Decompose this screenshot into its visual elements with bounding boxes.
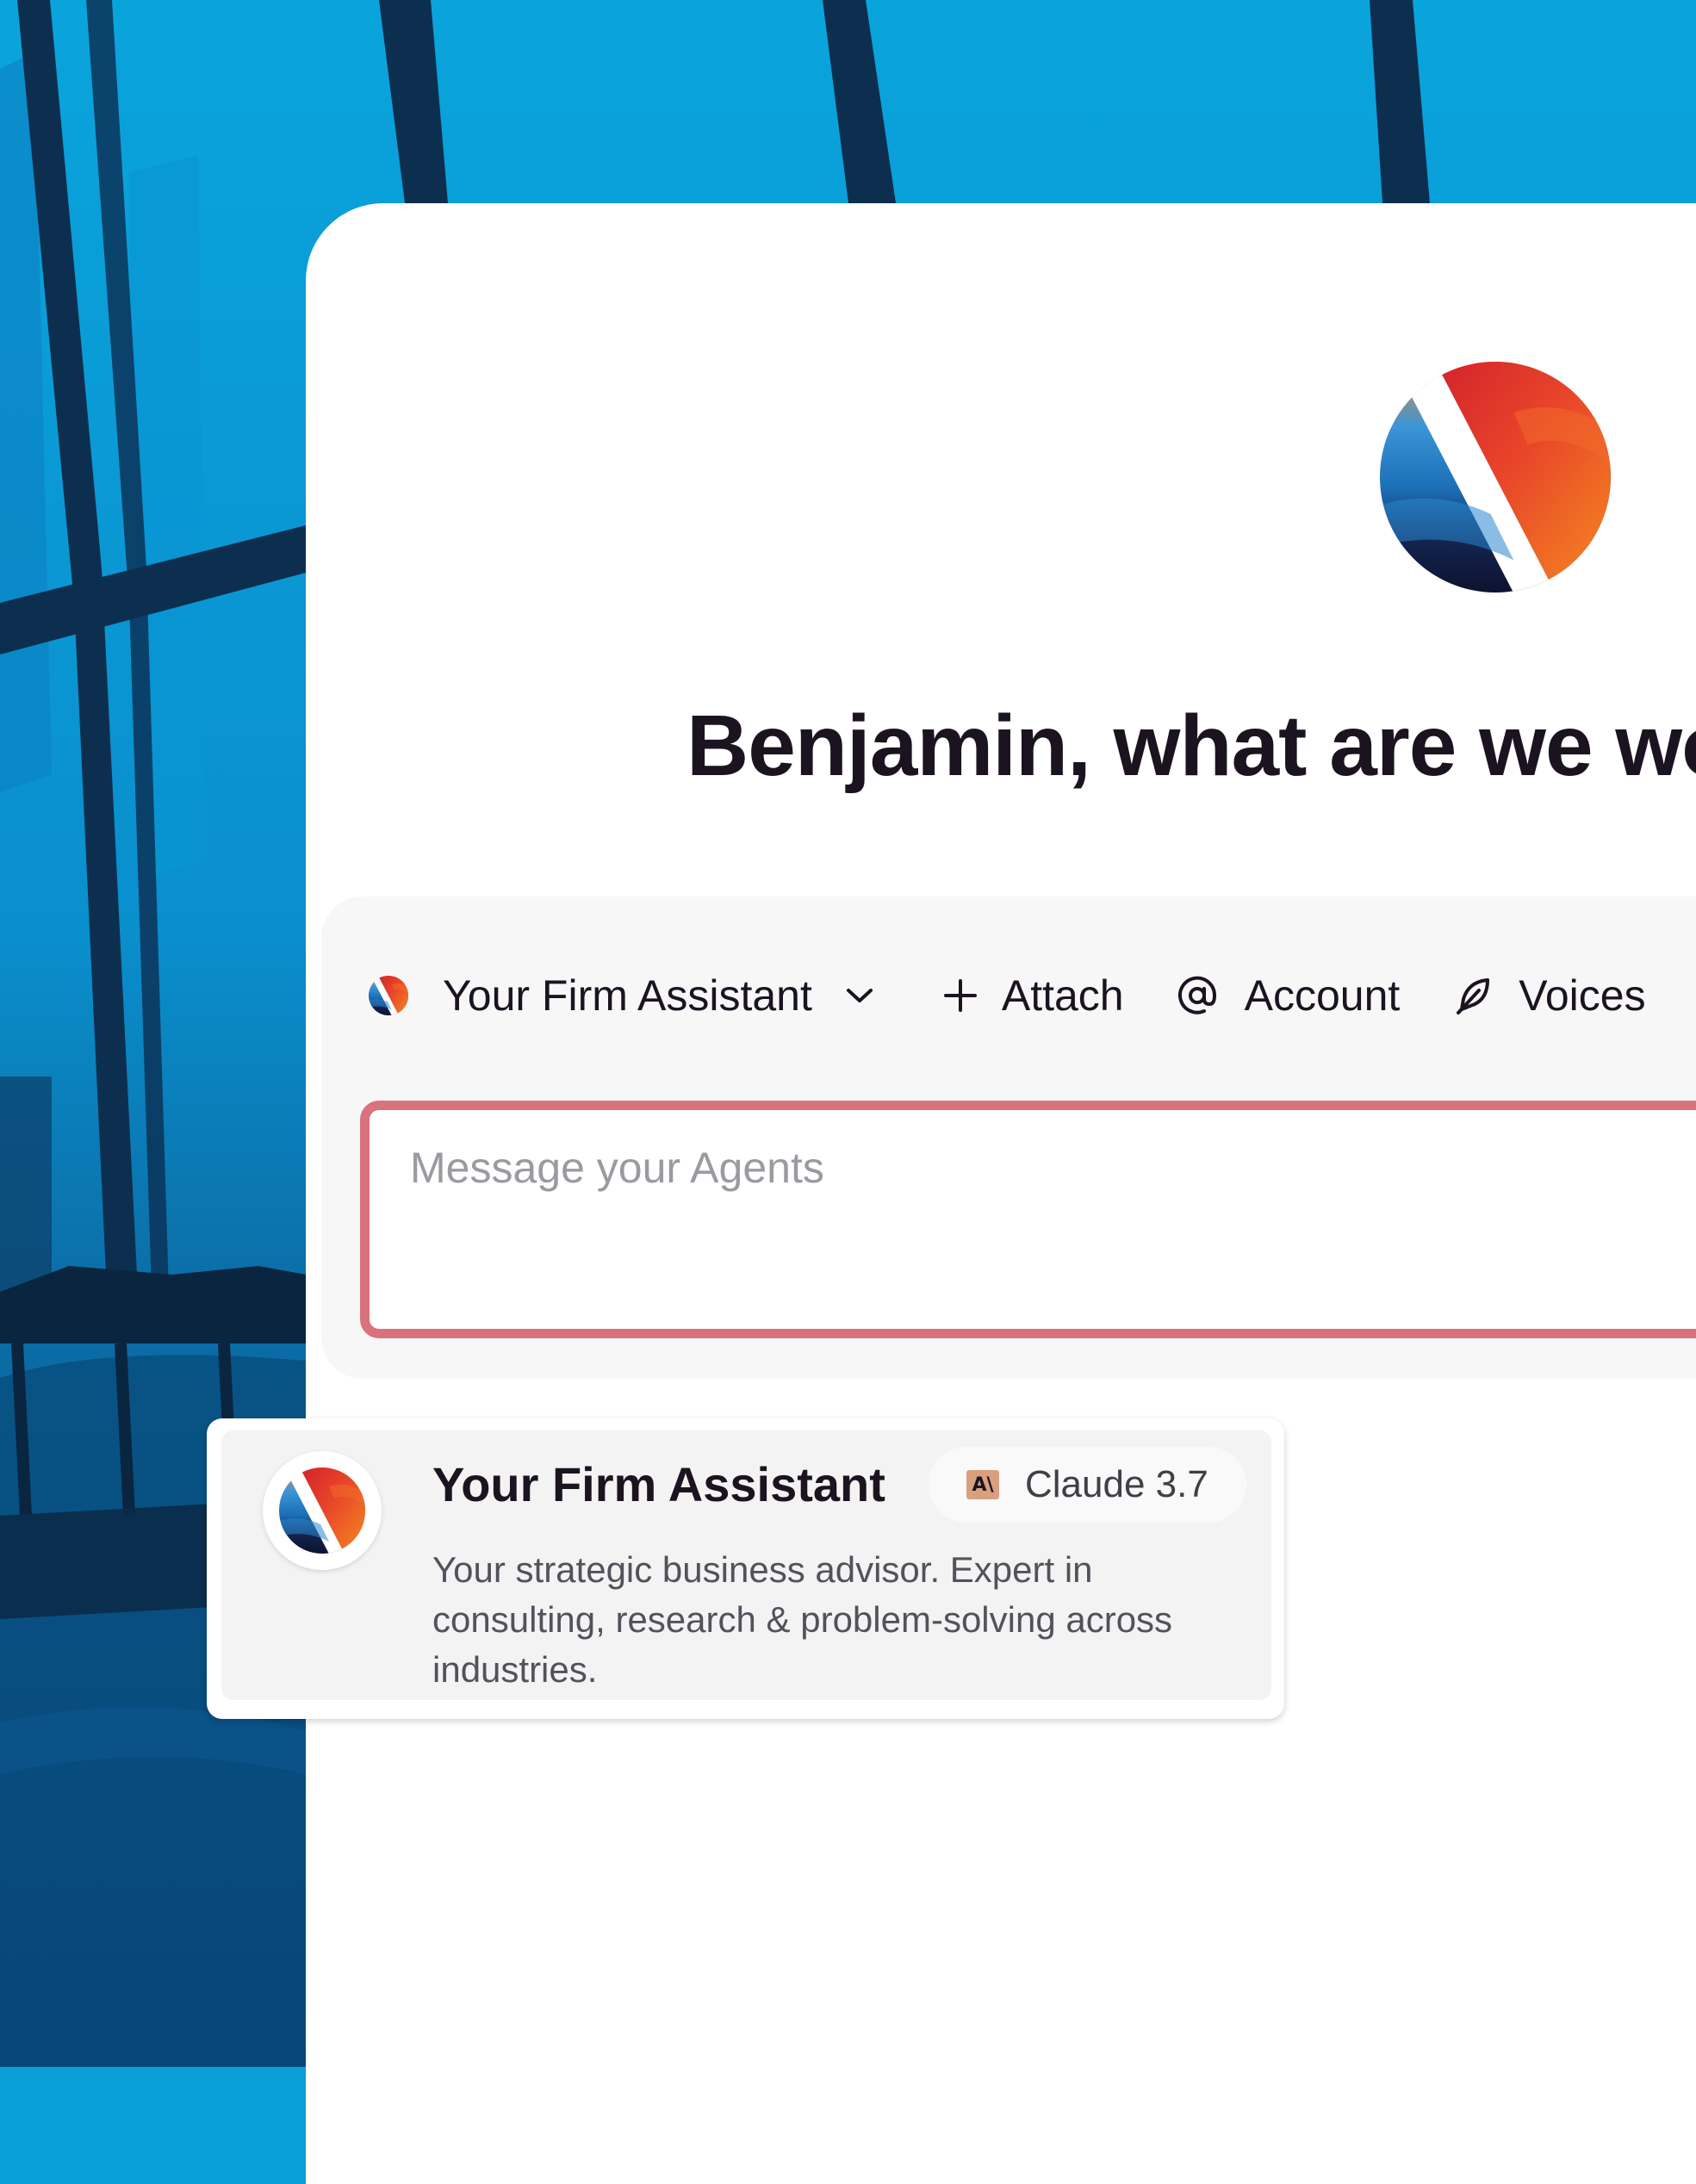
chevron-down-icon xyxy=(846,989,873,1002)
brand-logo-icon xyxy=(369,976,408,1015)
agent-card-description: Your strategic business advisor. Expert … xyxy=(432,1549,1173,1690)
voice-label: Voices xyxy=(1519,971,1646,1020)
attach-button[interactable]: Attach xyxy=(943,971,1124,1021)
brand-logo-icon xyxy=(1380,362,1611,593)
model-name: Claude 3.7 xyxy=(1025,1463,1208,1505)
at-sign-icon xyxy=(1177,976,1216,1014)
message-input[interactable] xyxy=(410,1143,1696,1193)
agent-select-label: Your Firm Assistant xyxy=(443,971,812,1020)
account-label: Account xyxy=(1244,971,1401,1020)
brand-logo-icon xyxy=(279,1467,365,1554)
attach-label: Attach xyxy=(1001,971,1124,1020)
main-panel: Benjamin, what are we wo Your Firm Assis… xyxy=(306,203,1696,2184)
composer: Your Firm Assistant Attach Account Voice… xyxy=(321,897,1696,1379)
feather-icon xyxy=(1457,978,1490,1014)
avatar xyxy=(263,1451,382,1570)
greeting-headline: Benjamin, what are we wo xyxy=(686,698,1696,794)
plus-icon xyxy=(943,979,977,1012)
message-box xyxy=(360,1101,1696,1338)
agent-card-title: Your Firm Assistant xyxy=(432,1457,885,1511)
model-badge: A\ Claude 3.7 xyxy=(929,1447,1246,1523)
agent-card[interactable]: Your Firm Assistant A\ Claude 3.7 Your s… xyxy=(207,1418,1284,1719)
composer-toolbar: Your Firm Assistant Attach Account Voice… xyxy=(369,961,1646,1030)
anthropic-icon: A\ xyxy=(966,1470,999,1499)
account-mention-button[interactable]: Account xyxy=(1176,971,1401,1021)
agent-card-body: Your Firm Assistant A\ Claude 3.7 Your s… xyxy=(221,1430,1271,1700)
agent-select-dropdown[interactable]: Your Firm Assistant xyxy=(369,971,874,1021)
voice-button[interactable]: Voices xyxy=(1453,971,1646,1021)
